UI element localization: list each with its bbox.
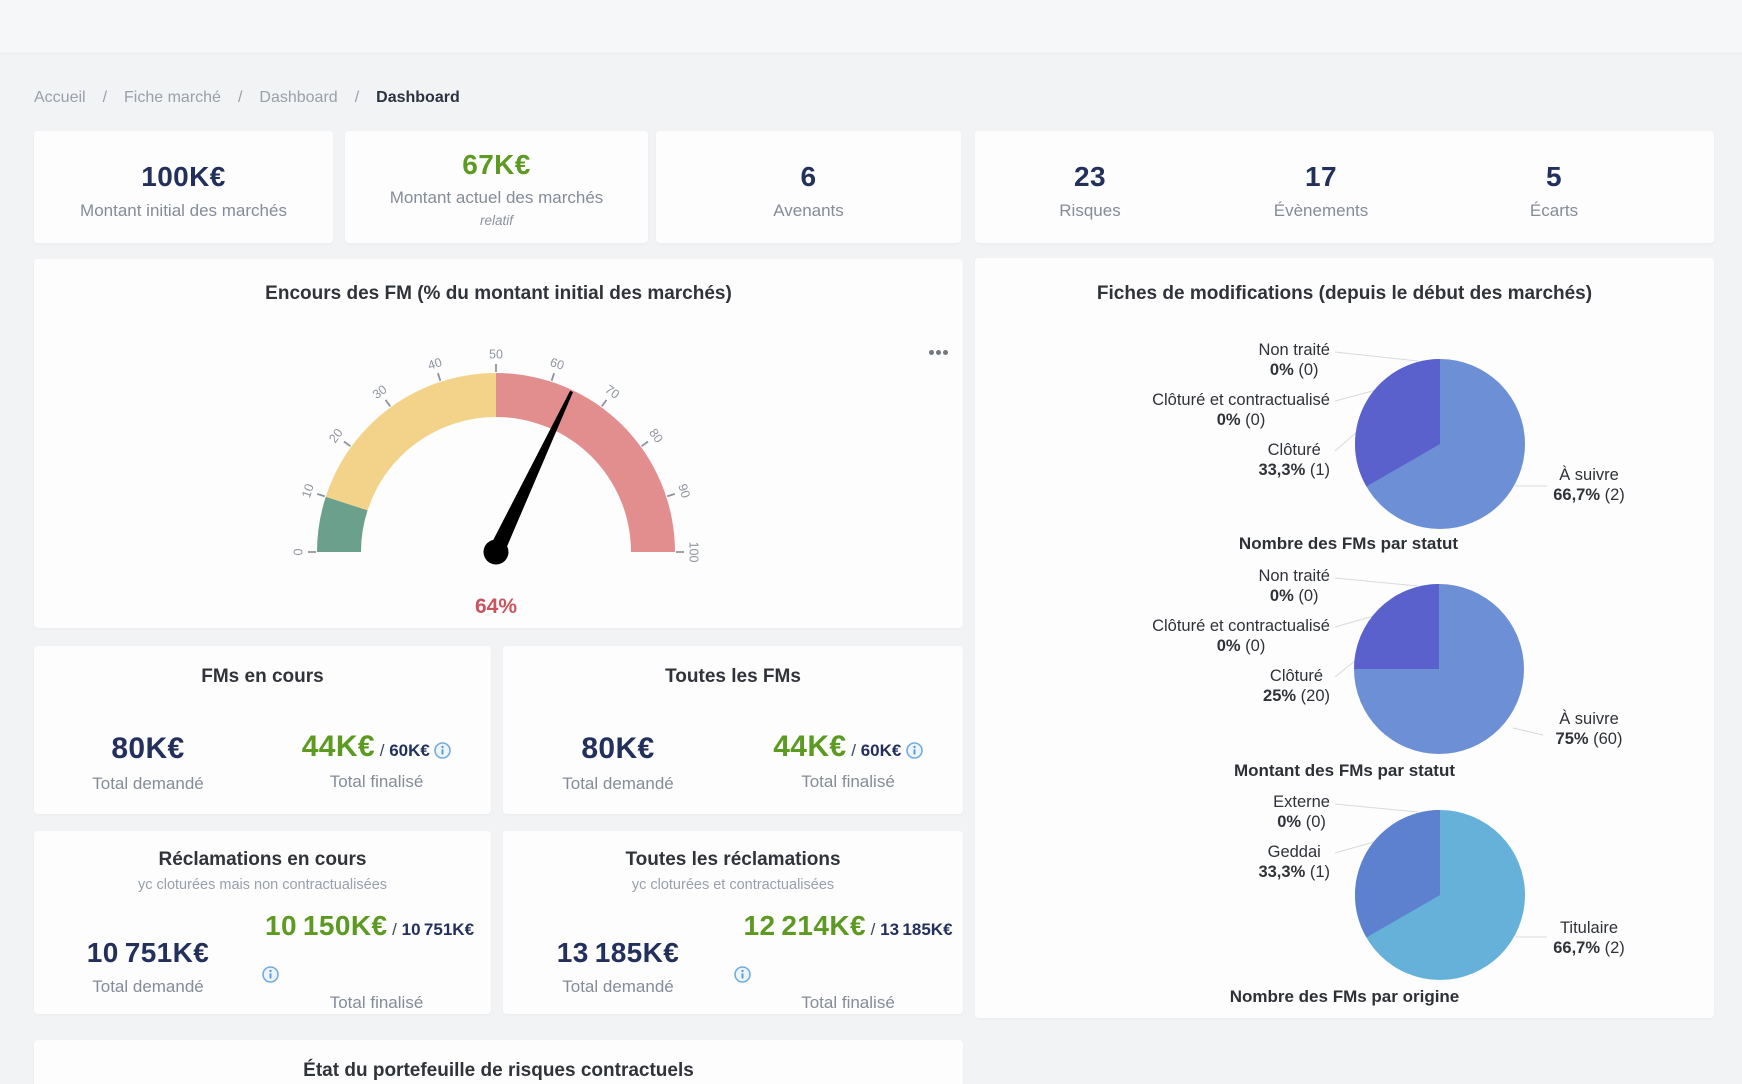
svg-text:20: 20 — [326, 426, 346, 446]
svg-text:10: 10 — [299, 482, 317, 500]
svg-text:0: 0 — [291, 548, 305, 555]
svg-text:100: 100 — [687, 542, 701, 563]
svg-text:40: 40 — [426, 355, 444, 373]
svg-text:50: 50 — [489, 347, 503, 361]
svg-text:70: 70 — [602, 382, 622, 402]
svg-text:60: 60 — [548, 355, 566, 373]
svg-text:30: 30 — [370, 382, 390, 402]
svg-text:90: 90 — [675, 482, 693, 500]
svg-text:80: 80 — [646, 426, 666, 446]
